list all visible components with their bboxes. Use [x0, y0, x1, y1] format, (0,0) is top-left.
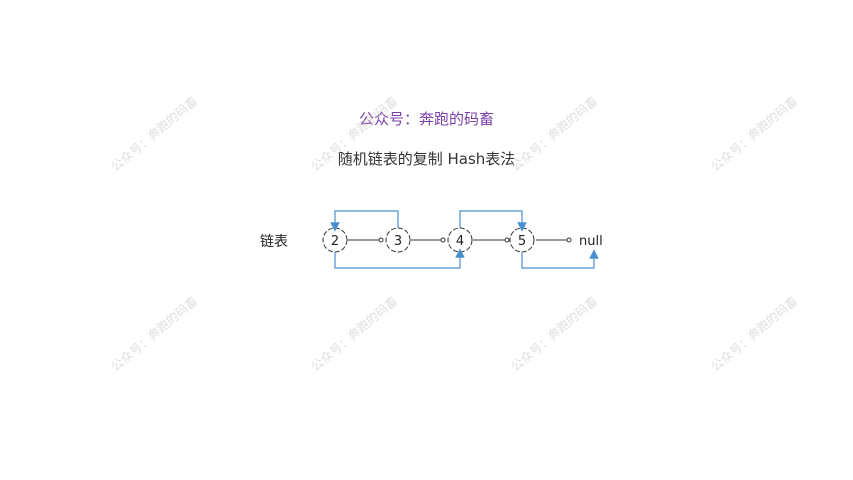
- linked-list-diagram: 链表 2 3 4 5 null: [260, 210, 603, 269]
- node-value: 4: [456, 234, 464, 249]
- random-pointer-5-to-null: [521, 249, 599, 269]
- node-value: 3: [394, 234, 402, 249]
- list-label: 链表: [260, 234, 288, 250]
- node-value: 2: [331, 234, 339, 249]
- random-pointer-3-to-2: [330, 210, 399, 232]
- pointer-end: [378, 237, 384, 243]
- pointer-end: [504, 237, 510, 243]
- node-value: 5: [518, 234, 526, 249]
- random-pointer-2-to-4: [334, 248, 465, 269]
- null-terminal: null: [579, 234, 603, 249]
- pointer-end: [440, 237, 446, 243]
- random-pointer-4-to-5: [459, 210, 527, 232]
- pointer-end: [566, 237, 572, 243]
